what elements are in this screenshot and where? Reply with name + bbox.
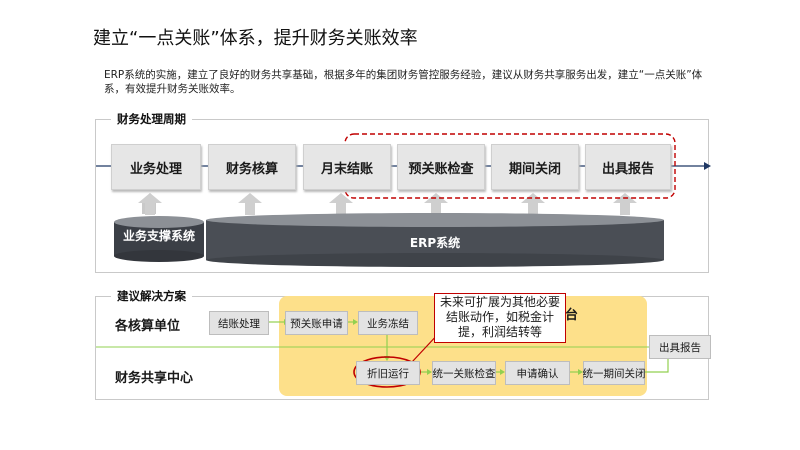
box-issue-report: 出具报告 xyxy=(649,335,711,359)
box-pre-closing-application: 预关账申请 xyxy=(285,311,348,335)
row-label-shared-center: 财务共享中心 xyxy=(115,371,194,386)
arrow-to-report xyxy=(643,359,669,373)
box-unified-period-close: 统一期间关闭 xyxy=(583,361,646,385)
box-depreciation-run: 折旧运行 xyxy=(356,361,420,385)
expansion-callout: 未来可扩展为其他必要结账动作，如税金计提，利润结转等 xyxy=(434,293,566,343)
row-label-accounting-units: 各核算单位 xyxy=(115,319,181,334)
box-business-freeze: 业务冻结 xyxy=(358,311,418,335)
box-unified-closing-check: 统一关账检查 xyxy=(432,361,496,385)
box-application-confirm: 申请确认 xyxy=(505,361,570,385)
box-closing-processing: 结账处理 xyxy=(209,311,269,335)
